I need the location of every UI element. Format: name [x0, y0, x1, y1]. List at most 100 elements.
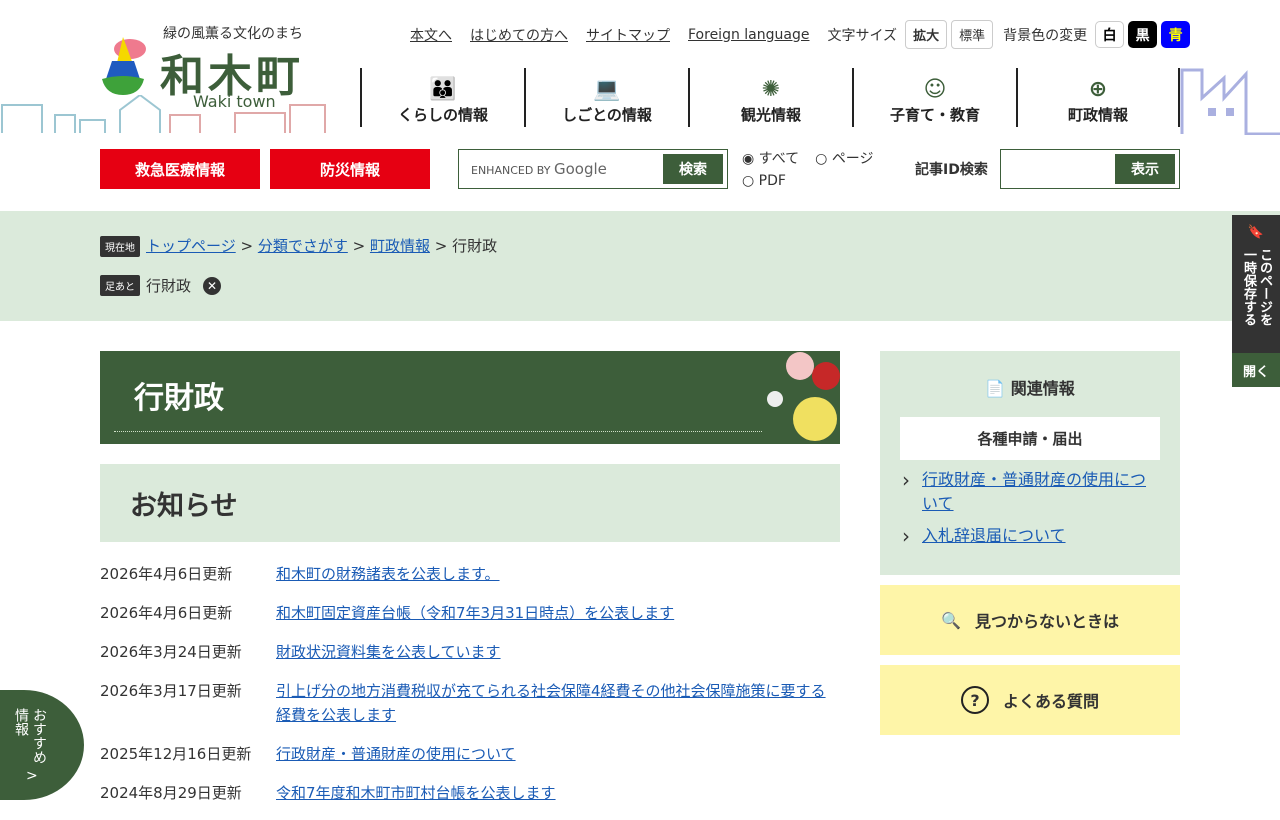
nav-work[interactable]: 💻 しごとの情報: [524, 68, 688, 127]
breadcrumb-current: 行財政: [452, 237, 498, 255]
news-date: 2026年4月6日更新: [100, 565, 233, 583]
list-item: 2026年4月6日更新 和木町の財務諸表を公表します。: [100, 562, 840, 586]
sitemap-link[interactable]: サイトマップ: [586, 25, 670, 45]
related-link[interactable]: 行政財産・普通財産の使用について: [922, 470, 1146, 513]
radio-all[interactable]: ◉ すべて: [742, 151, 807, 167]
town-logo-icon: [102, 37, 146, 95]
town-emblem-icon: ⊕: [1088, 77, 1108, 102]
list-item: 2026年3月24日更新 財政状況資料集を公表しています: [100, 640, 840, 664]
breadcrumb-link[interactable]: トップページ: [146, 237, 236, 255]
nav-government[interactable]: ⊕ 町政情報: [1016, 68, 1180, 127]
related-info: 📄 関連情報 各種申請・届出 行政財産・普通財産の使用について入札辞退届について: [880, 351, 1180, 575]
breadcrumb-sep: >: [235, 237, 258, 255]
nav-tourism[interactable]: ✺ 観光情報: [688, 68, 852, 127]
related-title: 関連情報: [1010, 379, 1075, 398]
close-icon[interactable]: ✕: [203, 276, 222, 295]
footprint: 足あと 行財政 ✕: [100, 275, 222, 296]
list-item: 2025年12月16日更新 行政財産・普通財産の使用について: [100, 742, 840, 766]
search-input[interactable]: ENHANCED BY Google: [471, 160, 663, 178]
font-size-label: 文字サイズ: [827, 27, 898, 44]
fireworks-icon: ✺: [761, 77, 781, 102]
save-page-label: このページを 一時保存する: [1240, 248, 1272, 326]
news-link[interactable]: 行政財産・普通財産の使用について: [276, 742, 516, 766]
list-item: 2026年4月6日更新 和木町固定資産台帳（令和7年3月31日時点）を公表します: [100, 601, 840, 625]
news-list: 2026年4月6日更新 和木町の財務諸表を公表します。 2026年4月6日更新 和木…: [100, 562, 840, 820]
nav-childcare[interactable]: ☺ 子育て・教育: [852, 68, 1016, 127]
nav-label: 観光情報: [740, 106, 801, 124]
nav-label: 町政情報: [1067, 106, 1128, 124]
nav-label: くらしの情報: [397, 106, 488, 124]
document-icon: 📄: [985, 379, 1006, 398]
article-id-label: 記事ID検索: [915, 162, 988, 178]
breadcrumb-link[interactable]: 分類でさがす: [258, 237, 348, 255]
faq-label: よくある質問: [1002, 692, 1099, 711]
news-date: 2026年4月6日更新: [100, 604, 233, 622]
radio-label: PDF: [758, 173, 786, 189]
site-logo-en: Waki town: [193, 92, 276, 111]
bg-color-label: 背景色の変更: [1003, 27, 1088, 44]
search-document-icon: 🔍: [941, 610, 961, 630]
google-label: Google: [553, 160, 607, 178]
related-heading: 📄 関連情報: [900, 375, 1160, 399]
breadcrumb-sep: >: [429, 237, 453, 255]
flower-decoration-icon: [767, 352, 840, 441]
news-link[interactable]: 引上げ分の地方消費税収が充てられる社会保障4経費その他社会保障施策に要する経費を…: [276, 679, 840, 727]
page-title: 行財政: [100, 351, 840, 444]
font-large-button[interactable]: 拡大: [905, 20, 948, 49]
article-id-button[interactable]: 表示: [1115, 154, 1175, 184]
child-face-icon: ☺: [923, 77, 947, 102]
related-subtitle: 各種申請・届出: [900, 417, 1160, 460]
bookmark-icon: 🔖: [1247, 225, 1265, 240]
breadcrumb-tag: 現在地: [100, 236, 140, 257]
search-button[interactable]: 検索: [663, 154, 723, 184]
beginners-link[interactable]: はじめての方へ: [470, 25, 568, 45]
recommend-arrow-icon: >: [26, 768, 38, 784]
nav-label: しごとの情報: [562, 106, 652, 124]
page-title-text: 行財政: [134, 381, 224, 416]
recommend-label: おすすめ: [31, 708, 47, 764]
list-item: 2026年3月17日更新 引上げ分の地方消費税収が充てられる社会保障4経費その他社…: [100, 679, 840, 727]
family-icon: 👪: [429, 77, 457, 102]
save-page-panel[interactable]: 🔖 このページを 一時保存する 開く: [1232, 215, 1280, 387]
radio-pdf[interactable]: ○ PDF: [742, 173, 794, 189]
work-icon: 💻: [593, 77, 621, 102]
not-found-button[interactable]: 🔍 見つからないときは: [880, 585, 1180, 655]
search-placeholder: ENHANCED BY: [471, 164, 551, 177]
not-found-label: 見つからないときは: [974, 612, 1119, 631]
bg-blue-button[interactable]: 青: [1161, 21, 1191, 48]
site-search: ENHANCED BY Google 検索: [458, 149, 728, 189]
related-item: 行政財産・普通財産の使用について: [900, 468, 1160, 516]
faq-button[interactable]: ? よくある質問: [880, 665, 1180, 735]
foreign-language-link[interactable]: Foreign language: [688, 27, 809, 43]
bg-black-button[interactable]: 黒: [1128, 21, 1158, 48]
section-title: お知らせ: [100, 464, 840, 542]
news-date: 2024年8月29日更新: [100, 784, 242, 802]
news-link[interactable]: 和木町の財務諸表を公表します。: [276, 562, 500, 586]
news-link[interactable]: 令和7年度和木町市町村台帳を公表します: [276, 781, 556, 805]
emergency-medical-button[interactable]: 救急医療情報: [100, 149, 260, 189]
news-link[interactable]: 和木町固定資産台帳（令和7年3月31日時点）を公表します: [276, 601, 674, 625]
news-date: 2026年3月17日更新: [100, 682, 242, 700]
article-id-input[interactable]: 表示: [1000, 149, 1180, 189]
breadcrumb-band: [0, 211, 1280, 321]
open-button[interactable]: 開く: [1232, 353, 1280, 387]
disaster-info-button[interactable]: 防災情報: [270, 149, 430, 189]
bg-white-button[interactable]: 白: [1095, 21, 1125, 48]
font-normal-button[interactable]: 標準: [951, 20, 994, 49]
recommend-tab[interactable]: おすすめ 情報 >: [0, 690, 84, 800]
related-link[interactable]: 入札辞退届について: [922, 526, 1066, 545]
utility-bar: 本文へ はじめての方へ サイトマップ Foreign language 文字サイ…: [410, 20, 1194, 49]
radio-label: すべて: [758, 151, 800, 167]
news-date: 2025年12月16日更新: [100, 745, 252, 763]
news-link[interactable]: 財政状況資料集を公表しています: [276, 640, 501, 664]
recommend-label2: 情報: [13, 708, 29, 736]
news-date: 2026年3月24日更新: [100, 643, 242, 661]
breadcrumb-link[interactable]: 町政情報: [370, 237, 430, 255]
skip-to-content-link[interactable]: 本文へ: [410, 25, 452, 45]
nav-living[interactable]: 👪 くらしの情報: [360, 68, 524, 127]
footprint-item[interactable]: 行財政: [146, 275, 191, 296]
question-icon: ?: [960, 686, 989, 714]
factory-illustration: [1180, 68, 1280, 135]
save-col1: このページを: [1257, 248, 1272, 326]
radio-page[interactable]: ○ ページ: [815, 151, 881, 167]
